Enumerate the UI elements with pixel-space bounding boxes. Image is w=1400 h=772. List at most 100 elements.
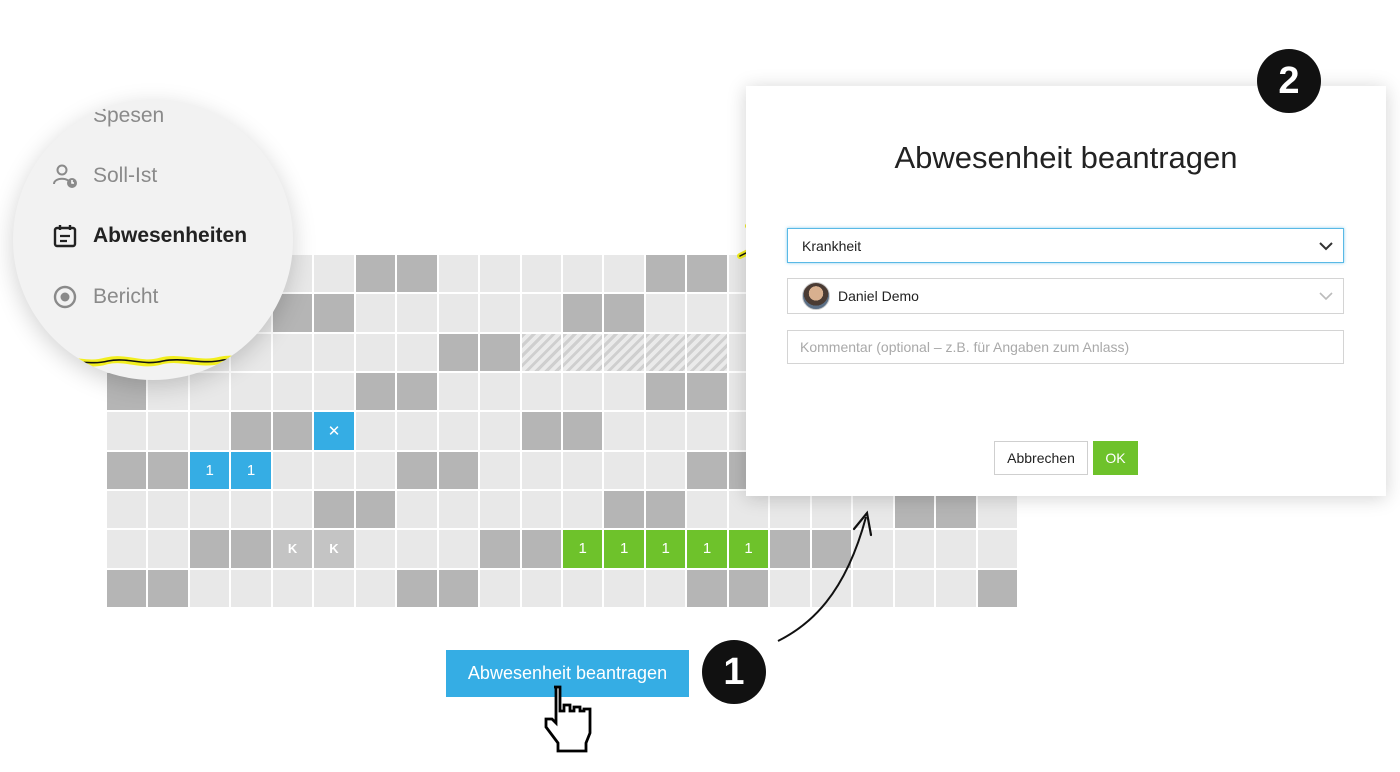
- calendar-cell[interactable]: [272, 412, 313, 450]
- calendar-cell[interactable]: [314, 294, 354, 332]
- calendar-cell[interactable]: [107, 451, 147, 489]
- calendar-cell[interactable]: [314, 333, 354, 371]
- calendar-cell[interactable]: [521, 451, 561, 489]
- calendar-cell[interactable]: [107, 490, 147, 529]
- calendar-cell[interactable]: [438, 569, 479, 607]
- calendar-cell[interactable]: [272, 490, 313, 529]
- calendar-cell[interactable]: [562, 451, 603, 489]
- calendar-cell[interactable]: [355, 333, 396, 371]
- calendar-cell[interactable]: [272, 372, 313, 411]
- calendar-cell[interactable]: [728, 569, 769, 607]
- half-day-cell[interactable]: [645, 333, 686, 371]
- absence-cell[interactable]: 1: [231, 451, 271, 489]
- sidebar-item-bericht[interactable]: Bericht: [51, 283, 158, 311]
- calendar-cell[interactable]: [397, 294, 437, 332]
- calendar-cell[interactable]: [604, 451, 644, 489]
- calendar-cell[interactable]: [438, 412, 479, 450]
- calendar-cell[interactable]: [438, 372, 479, 411]
- calendar-cell[interactable]: [645, 372, 686, 411]
- calendar-cell[interactable]: [397, 372, 437, 411]
- calendar-cell[interactable]: [687, 294, 727, 332]
- sidebar-item-spesen[interactable]: Spesen: [51, 104, 164, 128]
- calendar-cell[interactable]: [438, 255, 479, 293]
- calendar-cell[interactable]: [397, 255, 437, 293]
- calendar-cell[interactable]: [355, 372, 396, 411]
- calendar-cell[interactable]: [480, 569, 520, 607]
- calendar-cell[interactable]: [687, 490, 727, 529]
- calendar-cell[interactable]: [355, 490, 396, 529]
- calendar-cell[interactable]: [645, 412, 686, 450]
- cancel-button[interactable]: Abbrechen: [994, 441, 1088, 475]
- sick-day-cell[interactable]: K: [272, 530, 313, 568]
- calendar-cell[interactable]: [562, 412, 603, 450]
- calendar-cell[interactable]: [977, 530, 1017, 568]
- calendar-cell[interactable]: [480, 530, 520, 568]
- calendar-cell[interactable]: [272, 569, 313, 607]
- calendar-cell[interactable]: [231, 530, 271, 568]
- calendar-cell[interactable]: [480, 451, 520, 489]
- absence-type-select[interactable]: Krankheit: [787, 228, 1344, 263]
- calendar-cell[interactable]: [521, 372, 561, 411]
- sidebar-item-soll-ist[interactable]: Soll-Ist: [51, 162, 157, 190]
- calendar-cell[interactable]: [355, 412, 396, 450]
- approved-absence-cell[interactable]: 1: [562, 530, 603, 568]
- calendar-cell[interactable]: [314, 255, 354, 293]
- calendar-cell[interactable]: [562, 372, 603, 411]
- calendar-cell[interactable]: [894, 569, 935, 607]
- calendar-cell[interactable]: [231, 569, 271, 607]
- calendar-cell[interactable]: [148, 530, 188, 568]
- calendar-cell[interactable]: [438, 490, 479, 529]
- calendar-cell[interactable]: [272, 333, 313, 371]
- approved-absence-cell[interactable]: 1: [687, 530, 727, 568]
- calendar-cell[interactable]: [645, 569, 686, 607]
- approved-absence-cell[interactable]: 1: [728, 530, 769, 568]
- calendar-cell[interactable]: [355, 530, 396, 568]
- calendar-cell[interactable]: [687, 451, 727, 489]
- calendar-cell[interactable]: [936, 530, 976, 568]
- calendar-cell[interactable]: [314, 372, 354, 411]
- calendar-cell[interactable]: [645, 294, 686, 332]
- calendar-cell[interactable]: [397, 412, 437, 450]
- calendar-cell[interactable]: [562, 490, 603, 529]
- calendar-cell[interactable]: [397, 490, 437, 529]
- calendar-cell[interactable]: [480, 333, 520, 371]
- calendar-cell[interactable]: [438, 530, 479, 568]
- half-day-cell[interactable]: [562, 333, 603, 371]
- calendar-cell[interactable]: [148, 490, 188, 529]
- comment-input[interactable]: Kommentar (optional – z.B. für Angaben z…: [787, 330, 1344, 364]
- calendar-cell[interactable]: [397, 530, 437, 568]
- sick-day-cell[interactable]: K: [314, 530, 354, 568]
- approved-absence-cell[interactable]: 1: [645, 530, 686, 568]
- calendar-cell[interactable]: [480, 412, 520, 450]
- calendar-cell[interactable]: [148, 412, 188, 450]
- calendar-cell[interactable]: [562, 255, 603, 293]
- calendar-cell[interactable]: [645, 255, 686, 293]
- calendar-cell[interactable]: [314, 451, 354, 489]
- approved-absence-cell[interactable]: 1: [604, 530, 644, 568]
- calendar-cell[interactable]: [189, 412, 230, 450]
- calendar-cell[interactable]: [521, 255, 561, 293]
- absence-cell[interactable]: 1: [189, 451, 230, 489]
- calendar-cell[interactable]: [397, 569, 437, 607]
- calendar-cell[interactable]: [272, 451, 313, 489]
- calendar-cell[interactable]: [687, 569, 727, 607]
- calendar-cell[interactable]: [521, 569, 561, 607]
- calendar-cell[interactable]: [189, 530, 230, 568]
- calendar-cell[interactable]: [189, 490, 230, 529]
- sidebar-item-abwesenheiten[interactable]: Abwesenheiten: [51, 222, 247, 250]
- calendar-cell[interactable]: [480, 372, 520, 411]
- calendar-cell[interactable]: [604, 294, 644, 332]
- calendar-cell[interactable]: [687, 372, 727, 411]
- calendar-cell[interactable]: [231, 372, 271, 411]
- calendar-cell[interactable]: [107, 569, 147, 607]
- calendar-cell[interactable]: [107, 530, 147, 568]
- calendar-cell[interactable]: [397, 333, 437, 371]
- calendar-cell[interactable]: [728, 490, 769, 529]
- calendar-cell[interactable]: [314, 490, 354, 529]
- calendar-cell[interactable]: [355, 569, 396, 607]
- calendar-cell[interactable]: [521, 294, 561, 332]
- calendar-cell[interactable]: [604, 412, 644, 450]
- calendar-cell[interactable]: [604, 490, 644, 529]
- person-select[interactable]: Daniel Demo: [787, 278, 1344, 314]
- calendar-cell[interactable]: [148, 569, 188, 607]
